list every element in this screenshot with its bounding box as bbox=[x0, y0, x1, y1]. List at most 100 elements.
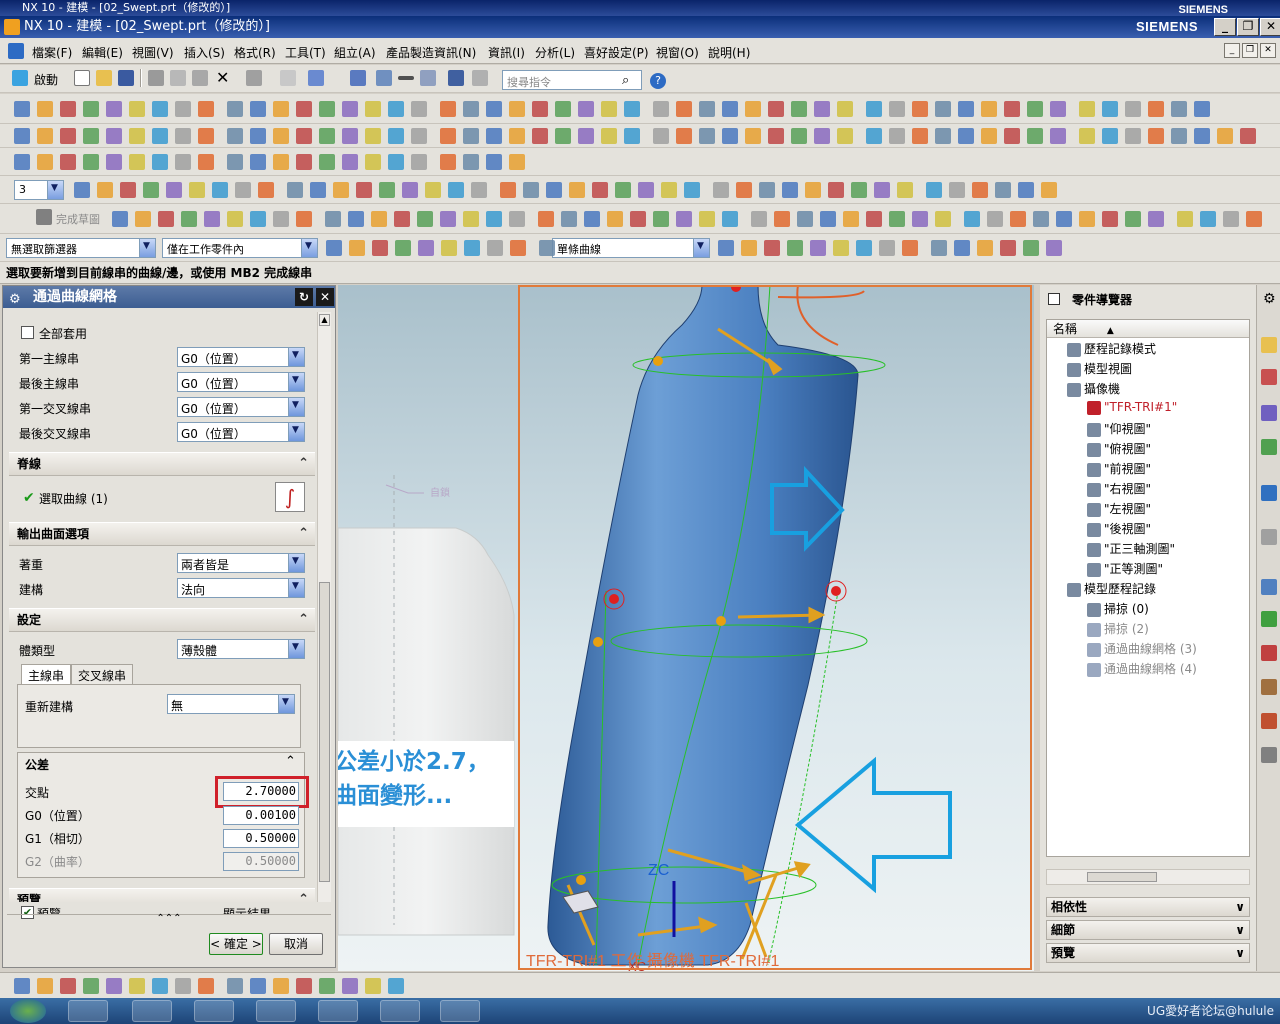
toolbar-tool-icon[interactable] bbox=[441, 240, 457, 256]
toolbar-tool-icon[interactable] bbox=[60, 154, 76, 170]
toolbar-tool-icon[interactable] bbox=[676, 128, 692, 144]
toolbar-tool-icon[interactable] bbox=[227, 154, 243, 170]
toolbar-tool-icon[interactable] bbox=[987, 211, 1003, 227]
toolbar-tool-icon[interactable] bbox=[402, 182, 418, 198]
toolbar-tool-icon[interactable] bbox=[418, 240, 434, 256]
mdi-minimize-button[interactable]: _ bbox=[1224, 43, 1240, 58]
toolbar-tool-icon[interactable] bbox=[227, 211, 243, 227]
toolbar-tool-icon[interactable] bbox=[112, 211, 128, 227]
toolbar-tool-icon[interactable] bbox=[741, 240, 757, 256]
menu-assemblies[interactable]: 組立(A) bbox=[334, 44, 376, 61]
toolbar-tool-icon[interactable] bbox=[791, 101, 807, 117]
toolbar-tool-icon[interactable] bbox=[1056, 211, 1072, 227]
toolbar-tool-icon[interactable] bbox=[296, 978, 312, 994]
toolbar-tool-icon[interactable] bbox=[1079, 101, 1095, 117]
toolbar-tool-icon[interactable] bbox=[736, 182, 752, 198]
toolbar-tool-icon[interactable] bbox=[273, 154, 289, 170]
toolbar-tool-icon[interactable] bbox=[539, 240, 555, 256]
toolbar-tool-icon[interactable] bbox=[787, 240, 803, 256]
navigator-item[interactable]: 通過曲線網格 (3) bbox=[1087, 640, 1197, 658]
save-icon[interactable] bbox=[118, 70, 134, 86]
toolbar-tool-icon[interactable] bbox=[379, 182, 395, 198]
first-primary-combo[interactable]: G0（位置） bbox=[177, 347, 305, 367]
toolbar-tool-icon[interactable] bbox=[1148, 128, 1164, 144]
toolbar-tool-icon[interactable] bbox=[995, 182, 1011, 198]
toolbar-tool-icon[interactable] bbox=[189, 182, 205, 198]
start-menu-button[interactable]: 啟動 bbox=[34, 71, 58, 88]
toolbar-tool-icon[interactable] bbox=[866, 128, 882, 144]
toolbar-tool-icon[interactable] bbox=[874, 182, 890, 198]
scroll-thumb[interactable] bbox=[1087, 872, 1157, 882]
toolbar-tool-icon[interactable] bbox=[578, 101, 594, 117]
toolbar-tool-icon[interactable] bbox=[797, 211, 813, 227]
toolbar-tool-icon[interactable] bbox=[464, 240, 480, 256]
toolbar-tool-icon[interactable] bbox=[1171, 101, 1187, 117]
toolbar-tool-icon[interactable] bbox=[958, 101, 974, 117]
navigator-item[interactable]: "TFR-TRI#1" bbox=[1087, 400, 1177, 418]
open-file-icon[interactable] bbox=[96, 70, 112, 86]
toolbar-tool-icon[interactable] bbox=[722, 101, 738, 117]
toolbar-tool-icon[interactable] bbox=[926, 182, 942, 198]
toolbar-tool-icon[interactable] bbox=[411, 128, 427, 144]
g0-tolerance-input[interactable]: 0.00100 bbox=[223, 806, 299, 825]
navigator-item[interactable]: 模型歷程記錄 bbox=[1067, 580, 1156, 598]
new-file-icon[interactable] bbox=[74, 70, 90, 86]
solidworks-task-icon[interactable] bbox=[68, 1000, 108, 1022]
toolbar-tool-icon[interactable] bbox=[751, 211, 767, 227]
intersection-tolerance-input[interactable]: 2.70000 bbox=[223, 782, 299, 801]
toolbar-tool-icon[interactable] bbox=[745, 101, 761, 117]
toolbar-tool-icon[interactable] bbox=[500, 182, 516, 198]
navigator-item[interactable]: 攝像機 bbox=[1067, 380, 1120, 398]
toolbar-tool-icon[interactable] bbox=[227, 978, 243, 994]
toolbar-tool-icon[interactable] bbox=[152, 101, 168, 117]
toolbar-tool-icon[interactable] bbox=[158, 211, 174, 227]
toolbar-tool-icon[interactable] bbox=[972, 182, 988, 198]
toolbar-tool-icon[interactable] bbox=[348, 211, 364, 227]
toolbar-tool-icon[interactable] bbox=[486, 211, 502, 227]
toolbar-tool-icon[interactable] bbox=[1033, 211, 1049, 227]
toolbar-tool-icon[interactable] bbox=[120, 182, 136, 198]
toolbar-tool-icon[interactable] bbox=[699, 101, 715, 117]
media-task-icon[interactable] bbox=[318, 1000, 358, 1022]
system-scenes-icon[interactable] bbox=[1261, 747, 1277, 763]
emphasis-combo[interactable]: 兩者皆是 bbox=[177, 553, 305, 573]
toolbar-tool-icon[interactable] bbox=[843, 211, 859, 227]
nx-task-icon[interactable] bbox=[194, 1000, 234, 1022]
last-cross-combo[interactable]: G0（位置） bbox=[177, 422, 305, 442]
toolbar-tool-icon[interactable] bbox=[699, 211, 715, 227]
clock-icon[interactable] bbox=[1261, 579, 1277, 595]
minimize-window-button[interactable]: _ bbox=[1214, 18, 1236, 36]
navigator-item[interactable]: 掃掠 (2) bbox=[1087, 620, 1149, 638]
menu-preferences[interactable]: 喜好設定(P) bbox=[584, 44, 649, 61]
toolbar-tool-icon[interactable] bbox=[175, 101, 191, 117]
toolbar-tool-icon[interactable] bbox=[287, 182, 303, 198]
toolbar-tool-icon[interactable] bbox=[448, 182, 464, 198]
toolbar-tool-icon[interactable] bbox=[417, 211, 433, 227]
paste-icon[interactable] bbox=[192, 70, 208, 86]
toolbar-tool-icon[interactable] bbox=[630, 211, 646, 227]
tab-cross-string[interactable]: 交叉線串 bbox=[71, 664, 134, 684]
toolbar-tool-icon[interactable] bbox=[814, 128, 830, 144]
constraint-navigator-icon[interactable] bbox=[1261, 369, 1277, 385]
rebuild-combo[interactable]: 無 bbox=[167, 694, 295, 714]
toolbar-tool-icon[interactable] bbox=[912, 101, 928, 117]
toolbar-tool-icon[interactable] bbox=[676, 211, 692, 227]
toolbar-tool-icon[interactable] bbox=[463, 154, 479, 170]
command-search-input[interactable]: 搜尋指令 bbox=[502, 70, 642, 90]
toolbar-tool-icon[interactable] bbox=[1125, 101, 1141, 117]
toolbar-tool-icon[interactable] bbox=[250, 211, 266, 227]
toolbar-tool-icon[interactable] bbox=[60, 101, 76, 117]
process-studio-icon[interactable] bbox=[1261, 645, 1277, 661]
toolbar-tool-icon[interactable] bbox=[425, 182, 441, 198]
toolbar-tool-icon[interactable] bbox=[837, 101, 853, 117]
toolbar-tool-icon[interactable] bbox=[1240, 128, 1256, 144]
equals-icon[interactable] bbox=[398, 76, 414, 80]
output-options-header[interactable]: 輸出曲面選項 ⌃ bbox=[9, 522, 315, 546]
toolbar-tool-icon[interactable] bbox=[83, 101, 99, 117]
toolbar-tool-icon[interactable] bbox=[440, 211, 456, 227]
toolbar-tool-icon[interactable] bbox=[37, 101, 53, 117]
part-navigator-icon[interactable] bbox=[1261, 405, 1277, 421]
work-layer-combo[interactable]: 3 bbox=[14, 180, 64, 200]
menu-file[interactable]: 檔案(F) bbox=[32, 44, 72, 61]
navigator-item[interactable]: 歷程記錄模式 bbox=[1067, 340, 1156, 358]
